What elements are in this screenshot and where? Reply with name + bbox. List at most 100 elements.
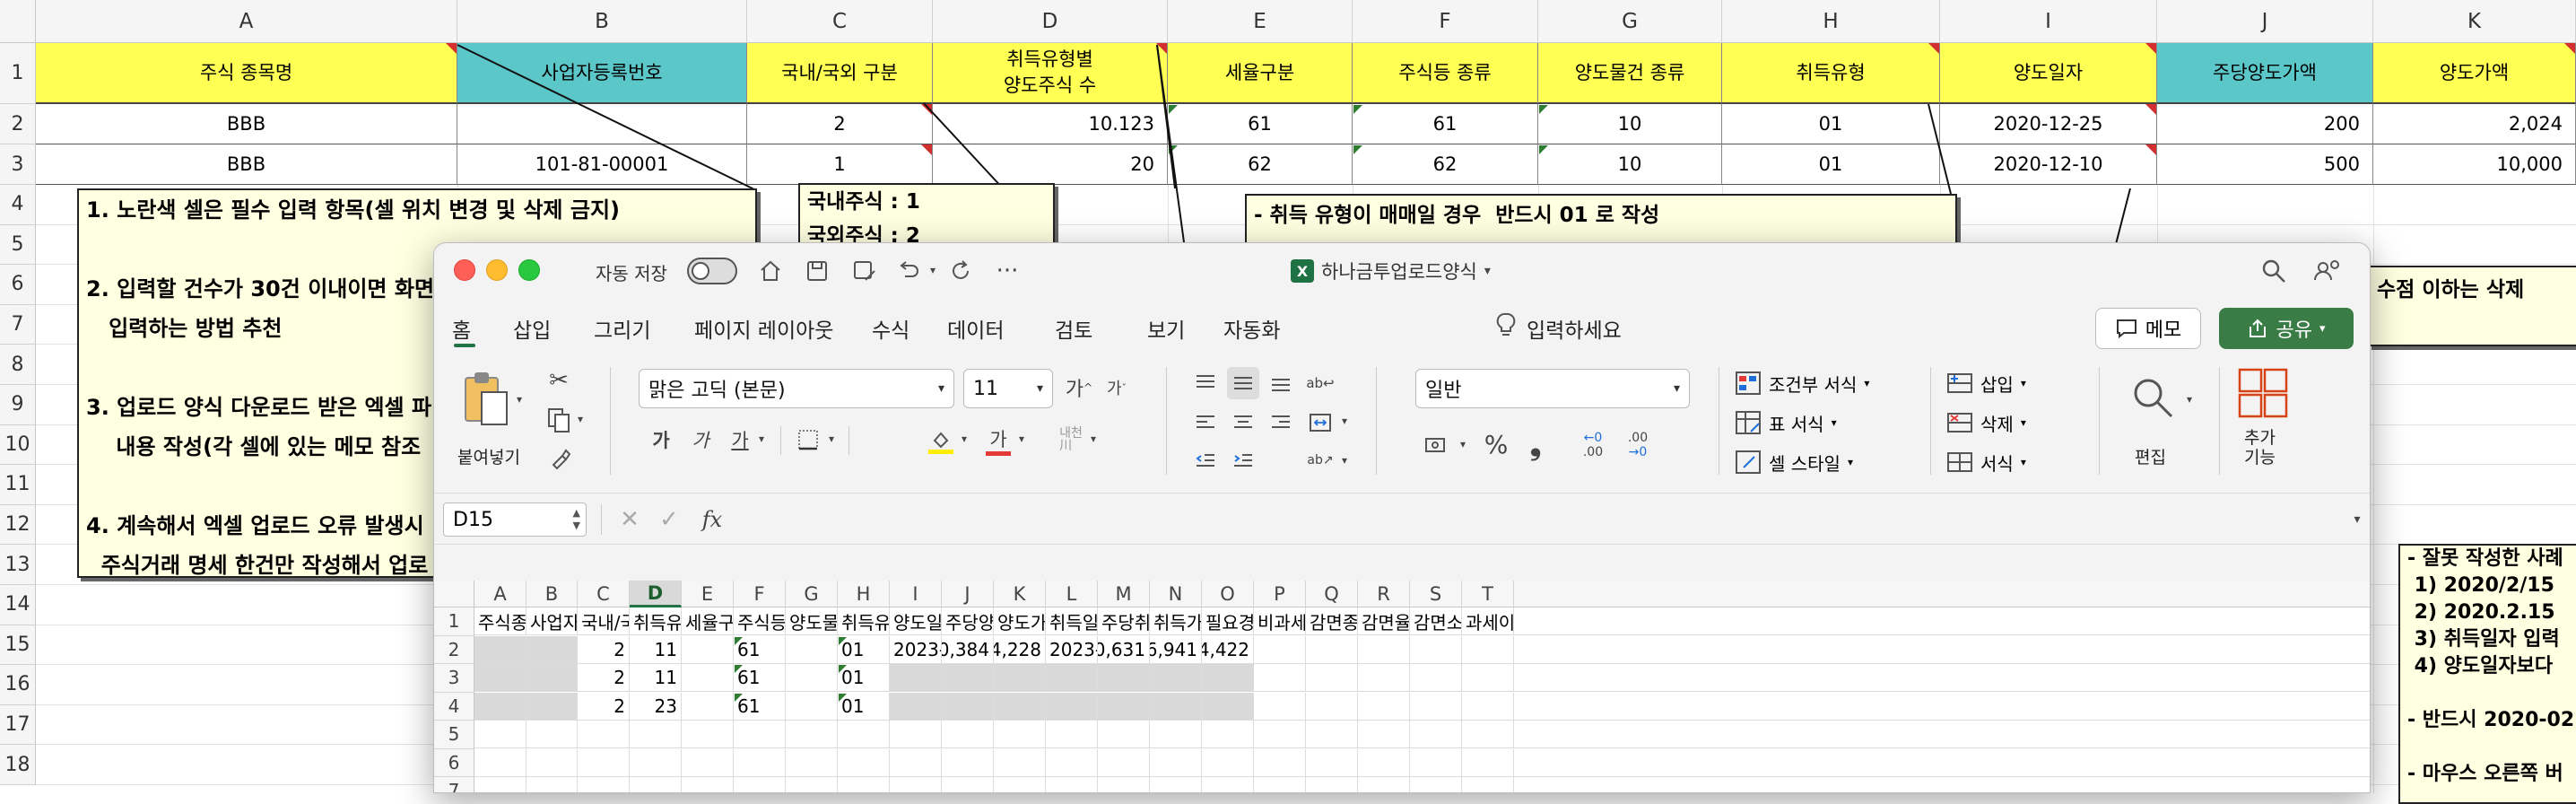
accounting-dropdown-icon[interactable]: ▾ xyxy=(1457,435,1469,453)
grid-cell[interactable] xyxy=(786,721,838,748)
grid-cell[interactable] xyxy=(994,748,1046,777)
italic-icon[interactable]: 가 xyxy=(685,424,716,455)
grid-cell[interactable] xyxy=(1358,635,1410,664)
grid-cell[interactable] xyxy=(474,748,527,777)
grid-cell[interactable]: 11 xyxy=(630,635,682,664)
save-icon[interactable] xyxy=(802,256,832,286)
grid-cell[interactable] xyxy=(942,664,994,692)
grid-cell[interactable] xyxy=(682,748,734,777)
grid-cell[interactable]: 주당취득가 xyxy=(1098,607,1150,635)
grid-cell[interactable]: 세율구분 xyxy=(682,607,734,635)
grid-cell[interactable] xyxy=(1410,692,1462,721)
phonetic-guide-icon[interactable]: 내천 川 xyxy=(1053,424,1089,455)
grid-cell[interactable] xyxy=(1046,777,1098,792)
grid-cell[interactable] xyxy=(578,721,630,748)
grid-cell[interactable]: 2 xyxy=(578,635,630,664)
grid-cell[interactable] xyxy=(1254,692,1306,721)
grid-cell[interactable] xyxy=(1462,635,1514,664)
tab-0[interactable]: 홈 xyxy=(452,313,471,344)
grid-cell[interactable] xyxy=(682,721,734,748)
grid-cell[interactable]: 양도일자 xyxy=(890,607,942,635)
grid-cell[interactable]: 2023-03-1 xyxy=(890,635,942,664)
grid-cell[interactable] xyxy=(474,721,527,748)
increase-font-size-icon[interactable]: 가 ^ xyxy=(1062,371,1096,405)
grid-cell[interactable] xyxy=(1254,777,1306,792)
number-format-select[interactable]: 일반 ▾ xyxy=(1415,369,1690,408)
underline-icon[interactable]: 가 xyxy=(725,424,755,455)
conditional-format-button[interactable]: 조건부 서식 ▾ xyxy=(1735,367,1869,399)
decrease-decimal-icon[interactable]: .00 →0 xyxy=(1618,428,1658,462)
save-as-icon[interactable] xyxy=(849,256,879,286)
grid-cell[interactable] xyxy=(1358,721,1410,748)
grid-cell[interactable] xyxy=(1098,777,1150,792)
align-center-icon[interactable] xyxy=(1227,406,1259,439)
grid-cell[interactable] xyxy=(578,748,630,777)
grid-cell[interactable] xyxy=(1306,635,1358,664)
grid-cell[interactable] xyxy=(1202,692,1254,721)
grid-cell[interactable] xyxy=(682,664,734,692)
grid-cell[interactable]: 양도물건 xyxy=(786,607,838,635)
fill-color-icon[interactable] xyxy=(926,424,956,459)
grid-cell[interactable] xyxy=(1202,721,1254,748)
grid-cell[interactable] xyxy=(1254,635,1306,664)
grid-cell[interactable] xyxy=(527,721,578,748)
grid-cell[interactable] xyxy=(1358,748,1410,777)
grid-cell[interactable] xyxy=(1202,748,1254,777)
grid-cell[interactable]: 사업자등록번 xyxy=(527,607,578,635)
grid-cell[interactable] xyxy=(1046,664,1098,692)
grid-cell[interactable]: 주식등 종 xyxy=(734,607,786,635)
merge-center-icon[interactable] xyxy=(1304,406,1336,439)
paste-dropdown-icon[interactable]: ▾ xyxy=(513,390,526,408)
format-painter-icon[interactable] xyxy=(544,444,574,475)
grid-cell[interactable]: 2 xyxy=(578,664,630,692)
grid-cell[interactable] xyxy=(1410,777,1462,792)
grid-cell[interactable] xyxy=(1046,692,1098,721)
grid-cell[interactable] xyxy=(682,692,734,721)
grid-cell[interactable] xyxy=(942,748,994,777)
grid-row-header[interactable]: 2 xyxy=(434,635,474,664)
grid-cell[interactable] xyxy=(527,692,578,721)
grid-cell[interactable] xyxy=(1046,721,1098,748)
search-icon[interactable] xyxy=(2257,254,2291,288)
grid-cell[interactable] xyxy=(786,664,838,692)
tell-me-input[interactable]: 입력하세요 xyxy=(1527,313,1622,344)
grid-cell[interactable]: 국내/국외 xyxy=(578,607,630,635)
increase-indent-icon[interactable] xyxy=(1227,444,1259,476)
worksheet-grid[interactable]: ABCDEFGHIJKLMNOPQRST 1234567 주식종목명사업자등록번… xyxy=(434,581,2370,792)
grid-cell[interactable] xyxy=(734,777,786,792)
grid-column-header[interactable]: S xyxy=(1410,581,1462,607)
grid-cell[interactable] xyxy=(786,635,838,664)
grid-cell[interactable] xyxy=(942,721,994,748)
grid-column-header[interactable]: N xyxy=(1150,581,1202,607)
grid-cell[interactable] xyxy=(1358,692,1410,721)
minimize-window-button[interactable] xyxy=(486,259,508,281)
align-right-icon[interactable] xyxy=(1265,406,1297,439)
grid-cell[interactable]: 주식종목명 xyxy=(474,607,527,635)
decrease-indent-icon[interactable] xyxy=(1189,444,1222,476)
copy-icon[interactable] xyxy=(544,405,574,435)
grid-cell[interactable]: 2023-03-1 xyxy=(1046,635,1098,664)
grid-cell[interactable] xyxy=(1358,664,1410,692)
underline-dropdown-icon[interactable]: ▾ xyxy=(755,430,768,448)
font-color-icon[interactable]: 가 xyxy=(983,424,1014,459)
align-middle-icon[interactable] xyxy=(1227,367,1259,399)
grid-column-header[interactable]: O xyxy=(1202,581,1254,607)
grid-cell[interactable] xyxy=(1410,748,1462,777)
align-bottom-icon[interactable] xyxy=(1265,367,1297,399)
grid-cell[interactable]: 취득유형 xyxy=(838,607,890,635)
grid-cell[interactable] xyxy=(527,777,578,792)
grid-cell[interactable] xyxy=(1410,635,1462,664)
grid-cell[interactable]: 300,384 xyxy=(942,635,994,664)
grid-column-header[interactable]: R xyxy=(1358,581,1410,607)
redo-icon[interactable] xyxy=(945,256,976,286)
borders-icon[interactable] xyxy=(793,424,823,455)
grid-cell[interactable] xyxy=(1306,692,1358,721)
grid-cell[interactable]: 3,304,228 xyxy=(994,635,1046,664)
grid-row-header[interactable]: 5 xyxy=(434,721,474,749)
grid-cell[interactable] xyxy=(1410,664,1462,692)
grid-column-header[interactable]: L xyxy=(1046,581,1098,607)
grid-cell[interactable] xyxy=(734,721,786,748)
grid-cell[interactable] xyxy=(994,721,1046,748)
grid-cell[interactable] xyxy=(1202,664,1254,692)
grid-cell[interactable] xyxy=(994,692,1046,721)
